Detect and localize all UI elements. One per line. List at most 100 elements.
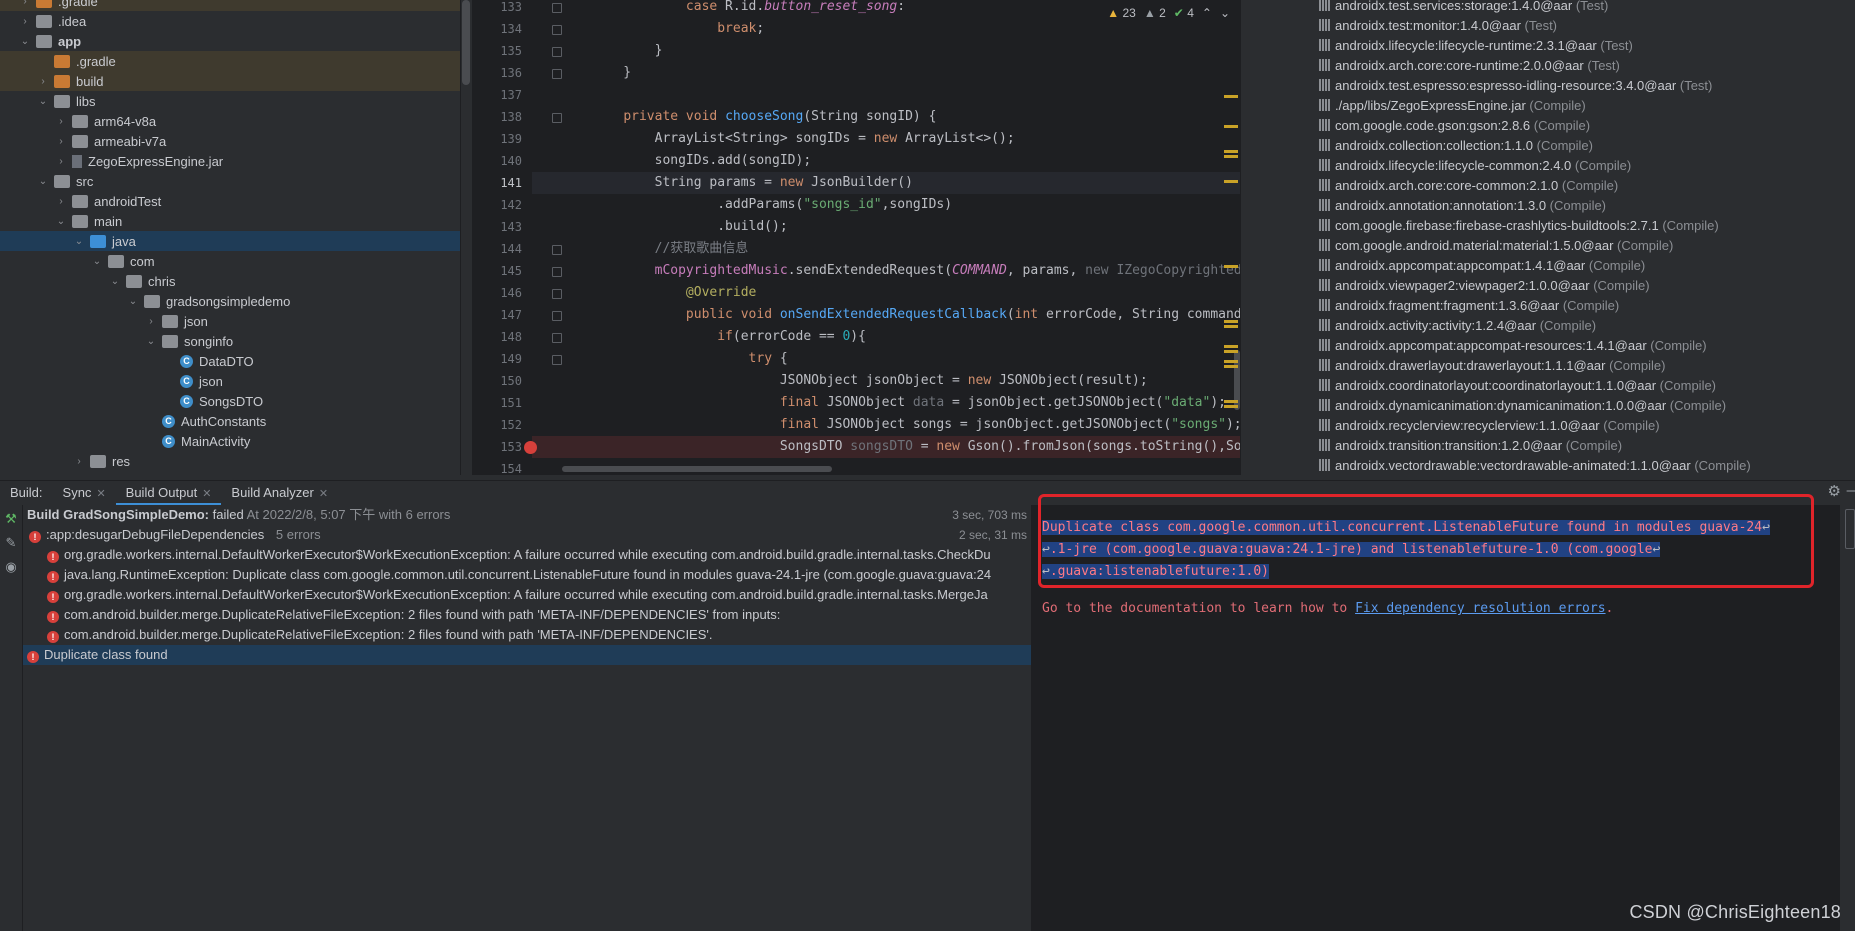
warning-stripe-marker[interactable] <box>1224 180 1238 183</box>
dependency-item[interactable]: androidx.viewpager2:viewpager2:1.0.0@aar… <box>1319 276 1650 296</box>
code-line[interactable]: final JSONObject songs = jsonObject.getJ… <box>592 414 1240 436</box>
chevron-down-icon[interactable]: ⌄ <box>108 276 122 287</box>
tree-item[interactable]: › androidTest <box>0 191 460 211</box>
chevron-right-icon[interactable]: › <box>54 136 68 147</box>
tree-item[interactable]: › build <box>0 71 460 91</box>
close-icon[interactable]: ✕ <box>202 488 211 500</box>
tree-item[interactable]: › .gradle <box>0 0 460 11</box>
warning-stripe-marker[interactable] <box>1224 155 1238 158</box>
fold-toggle-icon[interactable] <box>552 267 562 277</box>
hammer-icon[interactable]: ⚒ <box>3 511 19 527</box>
line-number[interactable]: 153 <box>472 440 522 454</box>
tree-item[interactable]: ⌄ chris <box>0 271 460 291</box>
gear-icon[interactable]: ⚙ <box>1828 482 1841 500</box>
tree-item[interactable]: › json <box>0 311 460 331</box>
tab-build-output[interactable]: Build Output ✕ <box>115 481 222 505</box>
tree-item[interactable]: ⌄ src <box>0 171 460 191</box>
code-line[interactable]: } <box>592 40 663 62</box>
build-error-row[interactable]: ! org.gradle.workers.internal.DefaultWork… <box>23 545 1031 565</box>
fold-toggle-icon[interactable] <box>552 113 562 123</box>
dependency-item[interactable]: androidx.fragment:fragment:1.3.6@aar (Co… <box>1319 296 1619 316</box>
breakpoint-icon[interactable] <box>524 441 537 454</box>
tree-item[interactable]: C SongsDTO <box>0 391 460 411</box>
chevron-down-icon[interactable]: ⌄ <box>72 236 86 247</box>
code-line[interactable]: final JSONObject data = jsonObject.getJS… <box>592 392 1226 414</box>
line-number[interactable]: 142 <box>472 198 522 212</box>
code-line[interactable]: break; <box>592 18 764 40</box>
warning-stripe-marker[interactable] <box>1224 125 1238 128</box>
chevron-right-icon[interactable]: › <box>144 316 158 327</box>
code-line[interactable]: if(errorCode == 0){ <box>592 326 866 348</box>
tree-item[interactable]: ⌄ main <box>0 211 460 231</box>
line-number[interactable]: 135 <box>472 44 522 58</box>
line-number[interactable]: 134 <box>472 22 522 36</box>
dependency-item[interactable]: com.google.firebase:firebase-crashlytics… <box>1319 216 1719 236</box>
close-icon[interactable]: ✕ <box>319 488 328 500</box>
build-error-row[interactable]: ! java.lang.RuntimeException: Duplicate c… <box>23 565 1031 585</box>
line-number[interactable]: 140 <box>472 154 522 168</box>
dependency-item[interactable]: androidx.coordinatorlayout:coordinatorla… <box>1319 376 1716 396</box>
tree-item[interactable]: C MainActivity <box>0 431 460 451</box>
line-number[interactable]: 141 <box>472 176 522 190</box>
chevron-right-icon[interactable]: › <box>54 116 68 127</box>
output-line-3[interactable]: ↩.guava:listenablefuture:1.0) <box>1042 561 1269 583</box>
line-number[interactable]: 143 <box>472 220 522 234</box>
fold-toggle-icon[interactable] <box>552 47 562 57</box>
chevron-right-icon[interactable]: › <box>72 456 86 467</box>
dependency-item[interactable]: com.google.android.material:material:1.5… <box>1319 236 1673 256</box>
line-number[interactable]: 137 <box>472 88 522 102</box>
output-line-1[interactable]: Duplicate class com.google.common.util.c… <box>1042 517 1770 539</box>
chevron-down-icon[interactable]: ⌄ <box>126 296 140 307</box>
chevron-right-icon[interactable]: › <box>36 76 50 87</box>
build-error-row[interactable]: ! org.gradle.workers.internal.DefaultWork… <box>23 585 1031 605</box>
code-line[interactable]: private void chooseSong(String songID) { <box>592 106 936 128</box>
line-number[interactable]: 133 <box>472 0 522 14</box>
code-line[interactable]: songIDs.add(songID); <box>592 150 812 172</box>
project-tree-scrollbar[interactable] <box>462 0 470 85</box>
chevron-down-icon[interactable]: ⌄ <box>144 336 158 347</box>
code-line[interactable]: //获取歌曲信息 <box>592 238 749 260</box>
code-line[interactable]: .build(); <box>592 216 787 238</box>
pin-icon[interactable]: ✎ <box>3 535 19 551</box>
dependency-item[interactable]: androidx.arch.core:core-common:2.1.0 (Co… <box>1319 176 1618 196</box>
chevron-down-icon[interactable]: ⌄ <box>36 96 50 107</box>
line-number[interactable]: 138 <box>472 110 522 124</box>
output-line-2[interactable]: ↩.1-jre (com.google.guava:guava:24.1-jre… <box>1042 539 1661 561</box>
warning-stripe-marker[interactable] <box>1224 325 1238 328</box>
fold-toggle-icon[interactable] <box>552 355 562 365</box>
code-line[interactable]: case R.id.button_reset_song: <box>592 0 905 18</box>
chevron-down-icon[interactable]: ⌄ <box>90 256 104 267</box>
chevron-right-icon[interactable]: › <box>18 0 32 7</box>
warning-stripe-marker[interactable] <box>1224 360 1238 363</box>
warning-stripe-marker[interactable] <box>1224 350 1238 353</box>
fold-toggle-icon[interactable] <box>552 311 562 321</box>
line-number[interactable]: 147 <box>472 308 522 322</box>
fold-toggle-icon[interactable] <box>552 289 562 299</box>
dependency-item[interactable]: androidx.appcompat:appcompat-resources:1… <box>1319 336 1707 356</box>
warning-stripe-marker[interactable] <box>1224 320 1238 323</box>
build-summary-row[interactable]: Build GradSongSimpleDemo: failed At 2022… <box>23 505 1031 525</box>
tree-item[interactable]: ⌄ songinfo <box>0 331 460 351</box>
eye-icon[interactable]: ◉ <box>3 559 19 575</box>
warning-stripe-marker[interactable] <box>1224 95 1238 98</box>
line-number[interactable]: 139 <box>472 132 522 146</box>
tree-item[interactable]: .gradle <box>0 51 460 71</box>
dependency-item[interactable]: androidx.test:monitor:1.4.0@aar (Test) <box>1319 16 1557 36</box>
code-line[interactable]: String params = new JsonBuilder() <box>592 172 913 194</box>
selected-error-row[interactable]: ! Duplicate class found <box>23 645 1031 665</box>
warning-stripe-marker[interactable] <box>1224 400 1238 403</box>
code-line[interactable]: ArrayList<String> songIDs = new ArrayLis… <box>592 128 1015 150</box>
line-number[interactable]: 151 <box>472 396 522 410</box>
tree-item[interactable]: ⌄ java <box>0 231 460 251</box>
tab-sync[interactable]: Sync ✕ <box>53 481 116 505</box>
fix-dependency-errors-link[interactable]: Fix dependency resolution errors <box>1355 601 1605 616</box>
line-number[interactable]: 145 <box>472 264 522 278</box>
line-number[interactable]: 148 <box>472 330 522 344</box>
dependency-item[interactable]: androidx.drawerlayout:drawerlayout:1.1.1… <box>1319 356 1665 376</box>
fold-toggle-icon[interactable] <box>552 69 562 79</box>
build-output-console[interactable]: Duplicate class com.google.common.util.c… <box>1032 505 1840 931</box>
tree-item[interactable]: ⌄ com <box>0 251 460 271</box>
line-number[interactable]: 144 <box>472 242 522 256</box>
tree-item[interactable]: ⌄ libs <box>0 91 460 111</box>
build-task-row[interactable]: !:app:desugarDebugFileDependencies 5 err… <box>23 525 1031 545</box>
